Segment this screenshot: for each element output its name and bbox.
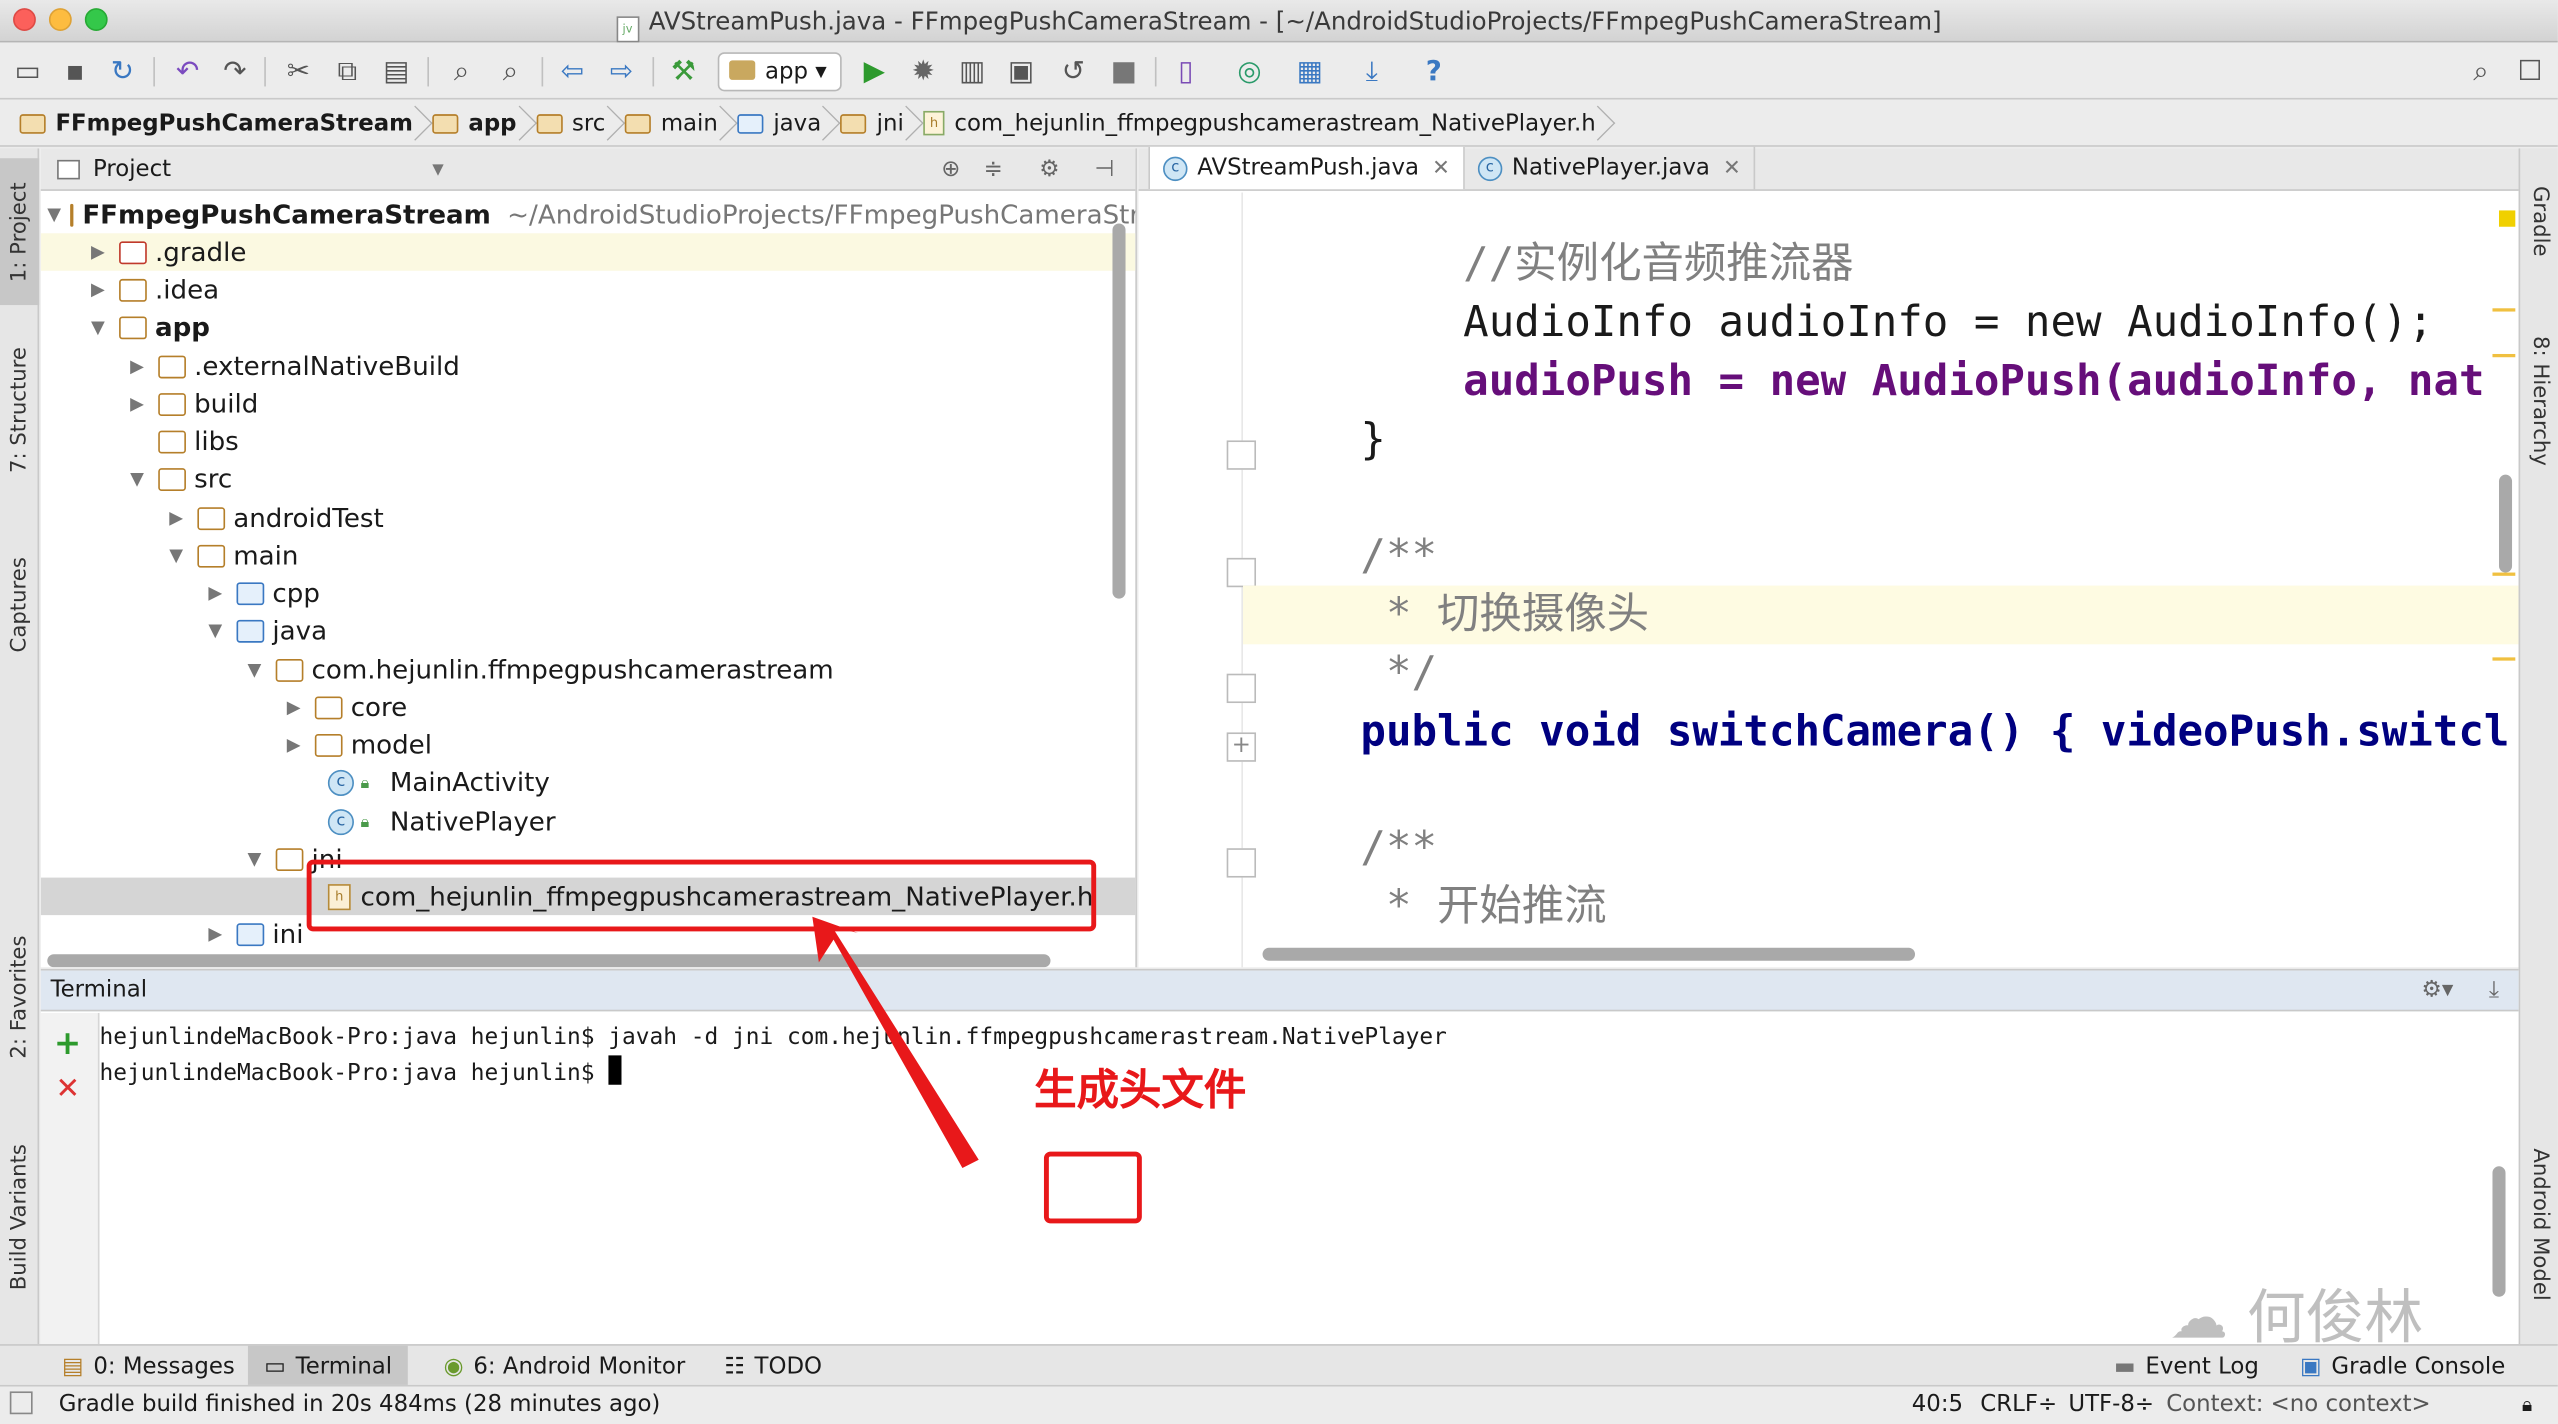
annotation-arrow: [812, 916, 979, 1168]
watermark: ☁︎ 何俊林: [2169, 1285, 2424, 1353]
annotation-label: 生成头文件: [1034, 1066, 1247, 1116]
wechat-logo-icon: ☁︎: [2169, 1285, 2229, 1353]
